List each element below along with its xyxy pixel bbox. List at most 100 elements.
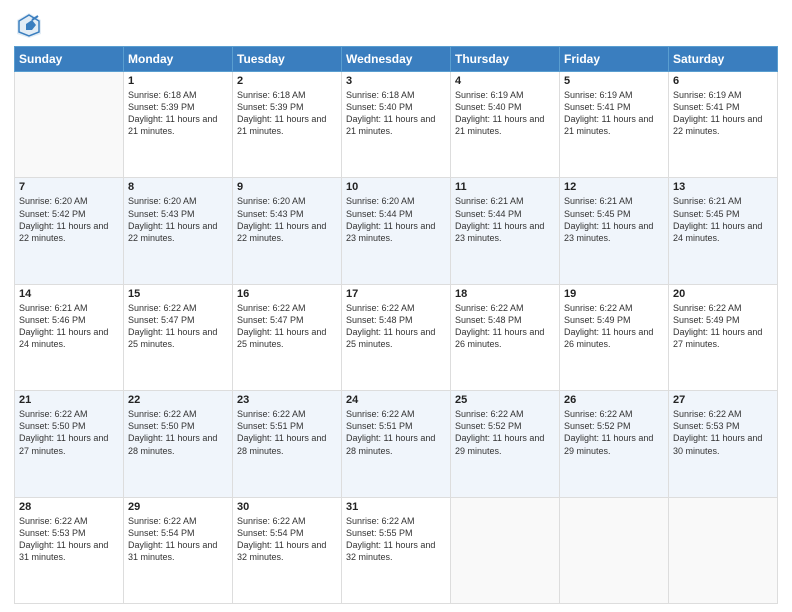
calendar-cell: 27 Sunrise: 6:22 AMSunset: 5:53 PMDayligh… (669, 391, 778, 497)
cell-details: Sunrise: 6:22 AMSunset: 5:51 PMDaylight:… (237, 408, 337, 457)
calendar-cell (669, 497, 778, 603)
cell-details: Sunrise: 6:20 AMSunset: 5:42 PMDaylight:… (19, 195, 119, 244)
header (14, 10, 778, 40)
logo-icon (14, 10, 44, 40)
calendar-cell: 3 Sunrise: 6:18 AMSunset: 5:40 PMDaylight… (342, 72, 451, 178)
calendar-cell: 21Sunrise: 6:22 AMSunset: 5:50 PMDayligh… (15, 391, 124, 497)
day-number: 9 (237, 181, 337, 193)
calendar-header-sunday: Sunday (15, 47, 124, 72)
cell-details: Sunrise: 6:18 AMSunset: 5:39 PMDaylight:… (237, 89, 337, 138)
calendar-cell: 28Sunrise: 6:22 AMSunset: 5:53 PMDayligh… (15, 497, 124, 603)
day-number: 15 (128, 288, 228, 300)
day-number: 13 (673, 181, 773, 193)
calendar-week-row: 7 Sunrise: 6:20 AMSunset: 5:42 PMDaylight… (15, 178, 778, 284)
day-number: 16 (237, 288, 337, 300)
day-number: 28 (19, 501, 119, 513)
calendar-cell: 29 Sunrise: 6:22 AMSunset: 5:54 PMDayligh… (124, 497, 233, 603)
calendar-cell: 14Sunrise: 6:21 AMSunset: 5:46 PMDayligh… (15, 284, 124, 390)
calendar-cell: 6 Sunrise: 6:19 AMSunset: 5:41 PMDaylight… (669, 72, 778, 178)
day-number: 14 (19, 288, 119, 300)
day-number: 6 (673, 75, 773, 87)
day-number: 10 (346, 181, 446, 193)
cell-details: Sunrise: 6:21 AMSunset: 5:44 PMDaylight:… (455, 195, 555, 244)
calendar-cell: 25 Sunrise: 6:22 AMSunset: 5:52 PMDayligh… (451, 391, 560, 497)
day-number: 2 (237, 75, 337, 87)
calendar-week-row: 1 Sunrise: 6:18 AMSunset: 5:39 PMDaylight… (15, 72, 778, 178)
calendar-cell: 4 Sunrise: 6:19 AMSunset: 5:40 PMDaylight… (451, 72, 560, 178)
day-number: 1 (128, 75, 228, 87)
calendar-header-wednesday: Wednesday (342, 47, 451, 72)
page: SundayMondayTuesdayWednesdayThursdayFrid… (0, 0, 792, 612)
calendar-cell: 5 Sunrise: 6:19 AMSunset: 5:41 PMDaylight… (560, 72, 669, 178)
calendar-cell: 17Sunrise: 6:22 AMSunset: 5:48 PMDayligh… (342, 284, 451, 390)
cell-details: Sunrise: 6:21 AMSunset: 5:45 PMDaylight:… (673, 195, 773, 244)
calendar-cell: 24 Sunrise: 6:22 AMSunset: 5:51 PMDayligh… (342, 391, 451, 497)
calendar-cell: 7 Sunrise: 6:20 AMSunset: 5:42 PMDaylight… (15, 178, 124, 284)
cell-details: Sunrise: 6:19 AMSunset: 5:40 PMDaylight:… (455, 89, 555, 138)
calendar-header-saturday: Saturday (669, 47, 778, 72)
day-number: 21 (19, 394, 119, 406)
calendar-cell (560, 497, 669, 603)
cell-details: Sunrise: 6:22 AMSunset: 5:48 PMDaylight:… (455, 302, 555, 351)
day-number: 4 (455, 75, 555, 87)
calendar-cell: 18Sunrise: 6:22 AMSunset: 5:48 PMDayligh… (451, 284, 560, 390)
cell-details: Sunrise: 6:18 AMSunset: 5:40 PMDaylight:… (346, 89, 446, 138)
day-number: 8 (128, 181, 228, 193)
day-number: 31 (346, 501, 446, 513)
day-number: 22 (128, 394, 228, 406)
calendar-cell: 12Sunrise: 6:21 AMSunset: 5:45 PMDayligh… (560, 178, 669, 284)
day-number: 12 (564, 181, 664, 193)
cell-details: Sunrise: 6:20 AMSunset: 5:43 PMDaylight:… (128, 195, 228, 244)
cell-details: Sunrise: 6:22 AMSunset: 5:52 PMDaylight:… (564, 408, 664, 457)
day-number: 30 (237, 501, 337, 513)
cell-details: Sunrise: 6:19 AMSunset: 5:41 PMDaylight:… (564, 89, 664, 138)
cell-details: Sunrise: 6:22 AMSunset: 5:53 PMDaylight:… (673, 408, 773, 457)
cell-details: Sunrise: 6:22 AMSunset: 5:47 PMDaylight:… (128, 302, 228, 351)
calendar-cell: 31Sunrise: 6:22 AMSunset: 5:55 PMDayligh… (342, 497, 451, 603)
calendar-header-monday: Monday (124, 47, 233, 72)
calendar-cell: 15 Sunrise: 6:22 AMSunset: 5:47 PMDayligh… (124, 284, 233, 390)
calendar-week-row: 14Sunrise: 6:21 AMSunset: 5:46 PMDayligh… (15, 284, 778, 390)
calendar-header-tuesday: Tuesday (233, 47, 342, 72)
calendar-header-friday: Friday (560, 47, 669, 72)
calendar-cell (15, 72, 124, 178)
calendar-week-row: 21Sunrise: 6:22 AMSunset: 5:50 PMDayligh… (15, 391, 778, 497)
cell-details: Sunrise: 6:19 AMSunset: 5:41 PMDaylight:… (673, 89, 773, 138)
cell-details: Sunrise: 6:22 AMSunset: 5:49 PMDaylight:… (564, 302, 664, 351)
calendar-cell: 1 Sunrise: 6:18 AMSunset: 5:39 PMDaylight… (124, 72, 233, 178)
day-number: 19 (564, 288, 664, 300)
day-number: 20 (673, 288, 773, 300)
cell-details: Sunrise: 6:22 AMSunset: 5:51 PMDaylight:… (346, 408, 446, 457)
calendar-cell: 26 Sunrise: 6:22 AMSunset: 5:52 PMDayligh… (560, 391, 669, 497)
calendar-cell: 10 Sunrise: 6:20 AMSunset: 5:44 PMDayligh… (342, 178, 451, 284)
cell-details: Sunrise: 6:20 AMSunset: 5:43 PMDaylight:… (237, 195, 337, 244)
calendar-cell: 2 Sunrise: 6:18 AMSunset: 5:39 PMDaylight… (233, 72, 342, 178)
cell-details: Sunrise: 6:22 AMSunset: 5:47 PMDaylight:… (237, 302, 337, 351)
calendar-header-thursday: Thursday (451, 47, 560, 72)
calendar-cell: 30Sunrise: 6:22 AMSunset: 5:54 PMDayligh… (233, 497, 342, 603)
day-number: 23 (237, 394, 337, 406)
calendar-cell (451, 497, 560, 603)
cell-details: Sunrise: 6:18 AMSunset: 5:39 PMDaylight:… (128, 89, 228, 138)
day-number: 26 (564, 394, 664, 406)
day-number: 5 (564, 75, 664, 87)
cell-details: Sunrise: 6:22 AMSunset: 5:54 PMDaylight:… (128, 515, 228, 564)
day-number: 7 (19, 181, 119, 193)
day-number: 17 (346, 288, 446, 300)
calendar-cell: 8 Sunrise: 6:20 AMSunset: 5:43 PMDaylight… (124, 178, 233, 284)
calendar-cell: 16 Sunrise: 6:22 AMSunset: 5:47 PMDayligh… (233, 284, 342, 390)
day-number: 24 (346, 394, 446, 406)
day-number: 11 (455, 181, 555, 193)
day-number: 27 (673, 394, 773, 406)
calendar-header-row: SundayMondayTuesdayWednesdayThursdayFrid… (15, 47, 778, 72)
cell-details: Sunrise: 6:22 AMSunset: 5:49 PMDaylight:… (673, 302, 773, 351)
cell-details: Sunrise: 6:22 AMSunset: 5:52 PMDaylight:… (455, 408, 555, 457)
logo (14, 10, 48, 40)
day-number: 25 (455, 394, 555, 406)
day-number: 3 (346, 75, 446, 87)
cell-details: Sunrise: 6:20 AMSunset: 5:44 PMDaylight:… (346, 195, 446, 244)
day-number: 29 (128, 501, 228, 513)
calendar-cell: 9 Sunrise: 6:20 AMSunset: 5:43 PMDaylight… (233, 178, 342, 284)
calendar-cell: 20 Sunrise: 6:22 AMSunset: 5:49 PMDayligh… (669, 284, 778, 390)
calendar-cell: 22Sunrise: 6:22 AMSunset: 5:50 PMDayligh… (124, 391, 233, 497)
